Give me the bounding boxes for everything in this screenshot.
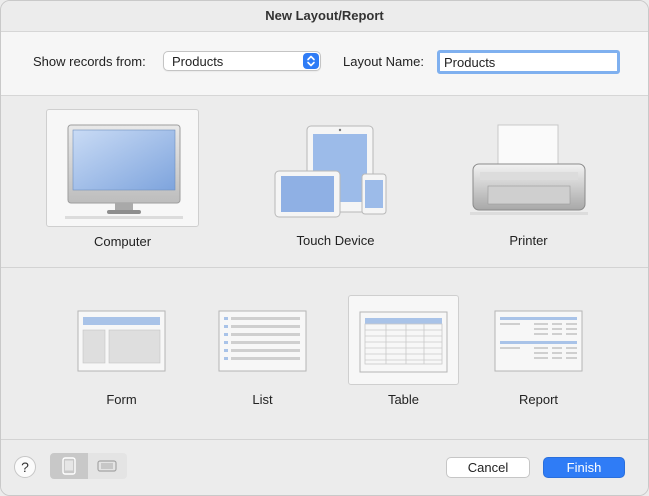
show-records-label: Show records from:	[33, 54, 146, 69]
select-stepper[interactable]	[303, 53, 319, 69]
new-layout-report-dialog: New Layout/Report Show records from: Pro…	[0, 0, 649, 496]
table-layout-icon	[359, 311, 448, 373]
form-layout-icon	[77, 310, 166, 372]
device-label: Touch Device	[296, 233, 375, 248]
layout-list[interactable]: List	[197, 296, 328, 413]
report-layout-icon	[494, 310, 583, 372]
device-touch[interactable]: Touch Device	[259, 109, 412, 248]
layout-type-section: Form List Table Report	[1, 268, 648, 440]
top-options-bar: Show records from: Products Layout Name:…	[1, 31, 648, 96]
show-records-value: Products	[172, 54, 224, 69]
phone-portrait-icon	[62, 457, 76, 475]
layout-label: Table	[387, 392, 420, 407]
touch-device-icon	[274, 125, 387, 218]
layout-name-input[interactable]: Products	[437, 50, 620, 74]
help-button[interactable]: ?	[14, 456, 36, 478]
device-label: Printer	[509, 233, 548, 248]
layout-report[interactable]: Report	[473, 296, 604, 413]
landscape-orientation-button[interactable]	[88, 453, 127, 479]
layout-label: List	[252, 392, 273, 407]
dialog-footer: ? Cancel Finish	[1, 440, 648, 495]
show-records-select[interactable]: Products	[163, 51, 321, 71]
portrait-orientation-button[interactable]	[50, 453, 88, 479]
device-label: Computer	[93, 234, 152, 249]
chevron-updown-icon	[307, 55, 315, 67]
layout-table[interactable]: Table	[348, 295, 459, 407]
orientation-segmented-control	[50, 453, 127, 479]
device-printer[interactable]: Printer	[452, 109, 605, 248]
layout-form[interactable]: Form	[56, 296, 187, 413]
layout-name-value: Products	[444, 55, 496, 70]
window-title: New Layout/Report	[1, 1, 648, 31]
phone-landscape-icon	[97, 460, 117, 472]
device-section: Computer Touch Device Printer	[1, 96, 648, 268]
layout-name-label: Layout Name:	[343, 54, 424, 69]
cancel-button[interactable]: Cancel	[446, 457, 530, 478]
layout-label: Form	[106, 392, 137, 407]
list-layout-icon	[218, 310, 307, 372]
finish-button[interactable]: Finish	[543, 457, 625, 478]
computer-icon	[65, 124, 183, 219]
layout-label: Report	[518, 392, 559, 407]
printer-icon	[470, 124, 588, 215]
device-computer[interactable]: Computer	[46, 109, 199, 249]
